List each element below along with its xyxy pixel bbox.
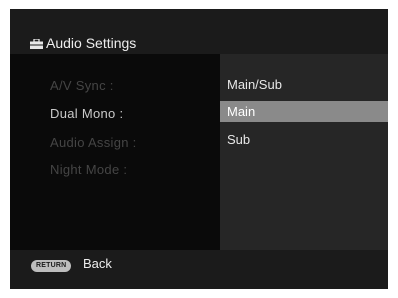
header: Audio Settings [10, 9, 388, 54]
toolbox-icon [30, 39, 43, 49]
option-sub[interactable]: Sub [220, 129, 388, 150]
option-main-sub[interactable]: Main/Sub [220, 74, 388, 95]
menu-item-dual-mono[interactable]: Dual Mono : [50, 106, 123, 121]
return-button-icon[interactable]: RETURN [31, 260, 72, 272]
settings-menu: A/V Sync : Dual Mono : Audio Assign : Ni… [10, 54, 220, 250]
footer: RETURN Back [10, 250, 388, 289]
menu-item-av-sync: A/V Sync : [50, 78, 114, 93]
menu-item-night-mode: Night Mode : [50, 162, 128, 177]
osd-screen: Audio Settings A/V Sync : Dual Mono : Au… [10, 9, 388, 289]
page-title: Audio Settings [46, 35, 137, 51]
options-list: Main/Sub Main Sub [220, 54, 388, 250]
option-main[interactable]: Main [220, 101, 388, 122]
menu-item-audio-assign: Audio Assign : [50, 135, 137, 150]
back-label: Back [83, 256, 112, 271]
